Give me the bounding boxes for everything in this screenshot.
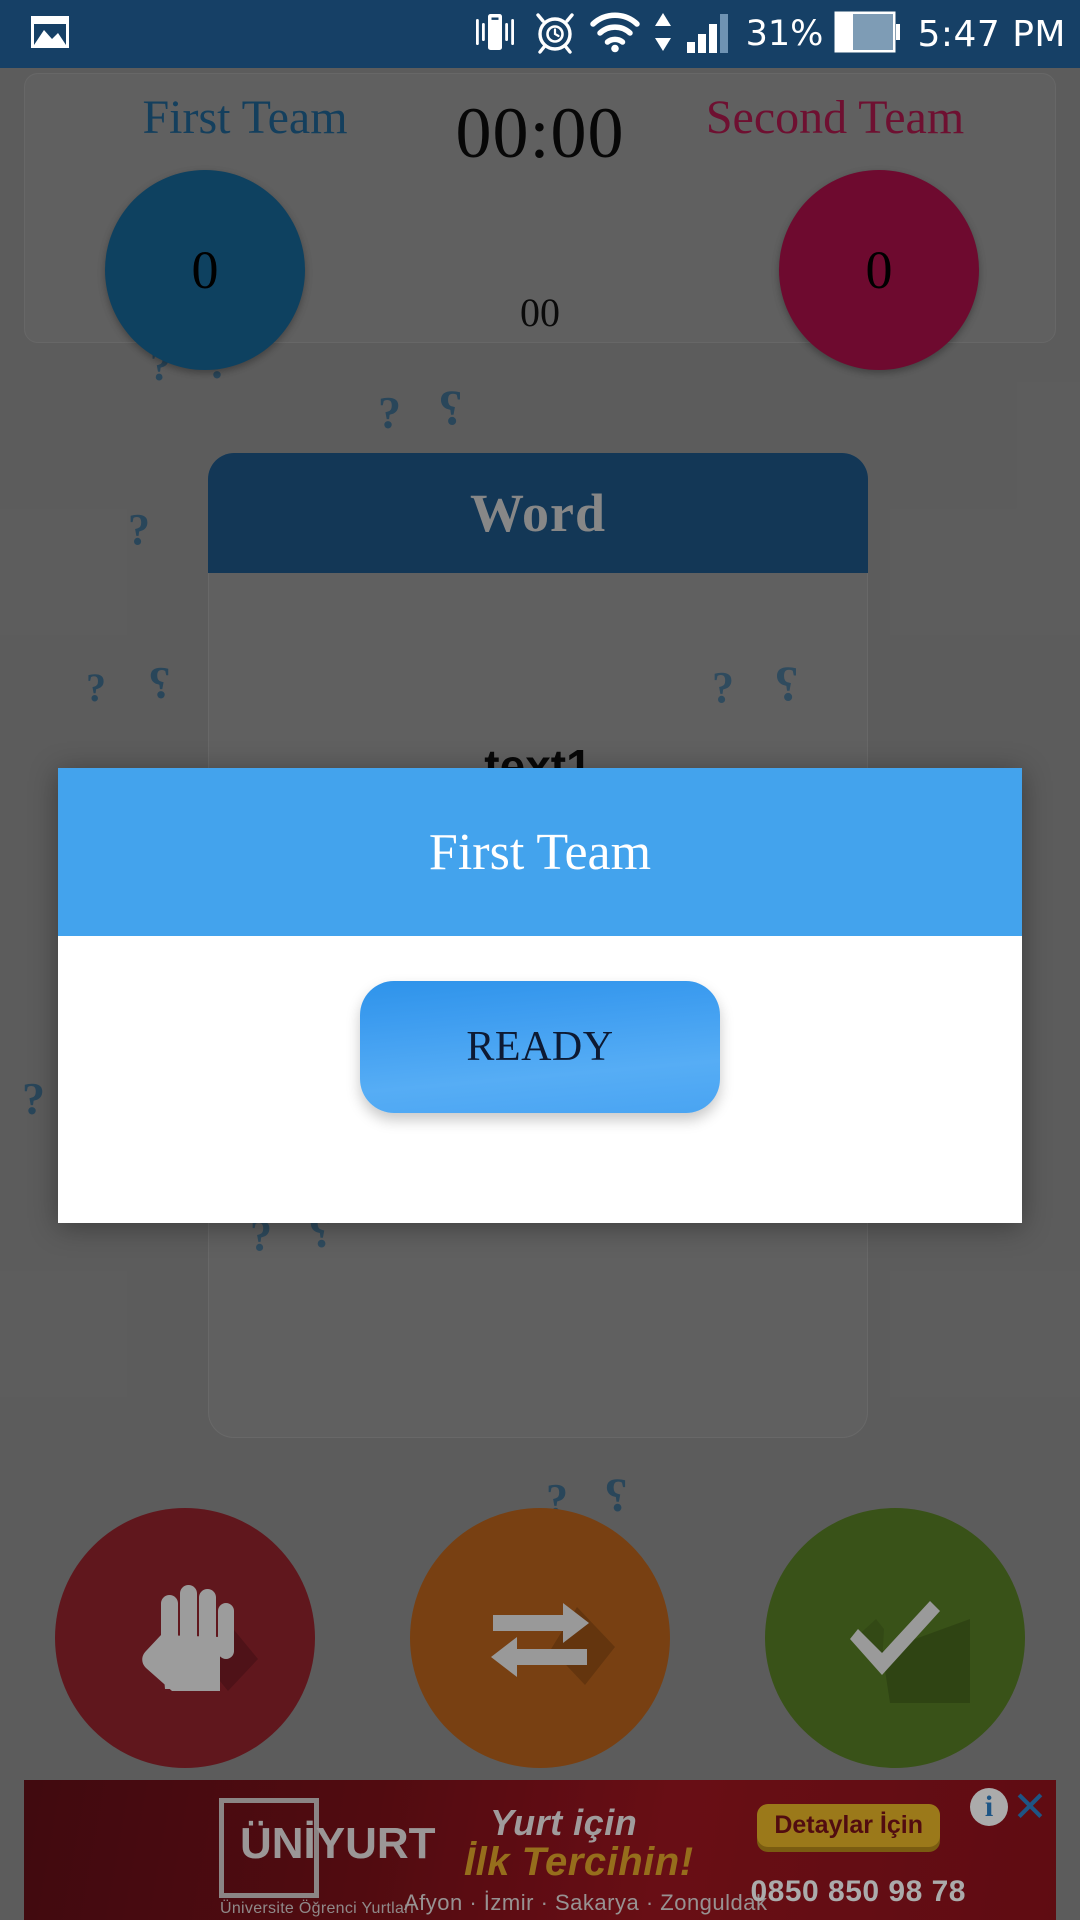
question-mark-decoration: ? bbox=[148, 657, 171, 708]
hand-icon bbox=[142, 1585, 258, 1691]
data-transfer-icon bbox=[652, 10, 674, 59]
question-mark-decoration: ? bbox=[128, 505, 150, 554]
checkmark-icon bbox=[850, 1601, 970, 1703]
alarm-clock-icon bbox=[532, 10, 578, 59]
word-card-header: Word bbox=[208, 453, 868, 573]
battery-icon bbox=[834, 11, 901, 58]
dialog-body: READY bbox=[58, 936, 1022, 1223]
ad-banner[interactable]: ÜNİYURT Üniversite Öğrenci Yurtları Yurt… bbox=[24, 1780, 1056, 1920]
question-mark-decoration: ? bbox=[86, 665, 106, 710]
team-two-score[interactable]: 0 bbox=[779, 170, 979, 370]
team-one-score[interactable]: 0 bbox=[105, 170, 305, 370]
dialog-header: First Team bbox=[58, 768, 1022, 936]
dialog-title: First Team bbox=[428, 823, 652, 881]
ad-logo-subtitle: Üniversite Öğrenci Yurtları bbox=[220, 1900, 415, 1917]
stop-button[interactable] bbox=[55, 1508, 315, 1768]
correct-button[interactable] bbox=[765, 1508, 1025, 1768]
status-bar[interactable]: 31% 5:47 PM bbox=[0, 0, 1080, 68]
photo-icon bbox=[30, 15, 70, 54]
team-two-name: Second Team bbox=[705, 91, 965, 144]
pass-button[interactable] bbox=[410, 1508, 670, 1768]
status-bar-left bbox=[30, 15, 70, 54]
ad-headline-line2: İlk Tercihin! bbox=[464, 1840, 694, 1884]
ad-cities-list: Afyon · İzmir · Sakarya · Zonguldak bbox=[404, 1890, 768, 1915]
swap-arrows-icon bbox=[491, 1603, 615, 1685]
ready-button[interactable]: READY bbox=[360, 981, 720, 1113]
ad-cta-button[interactable]: Detaylar İçin bbox=[757, 1804, 940, 1847]
ad-phone-number: 0850 850 98 78 bbox=[750, 1875, 966, 1908]
question-mark-decoration: ? bbox=[438, 379, 463, 435]
question-mark-decoration: ? bbox=[378, 387, 401, 438]
team-turn-dialog: First Team READY bbox=[58, 768, 1022, 1223]
vibrate-icon bbox=[469, 11, 521, 58]
ad-close-icon[interactable]: ✕ bbox=[1009, 1786, 1051, 1828]
ad-logo-text: ÜNİYURT bbox=[240, 1819, 436, 1868]
wifi-icon bbox=[589, 11, 641, 58]
status-bar-clock: 5:47 PM bbox=[917, 13, 1066, 55]
action-button-row bbox=[0, 1508, 1080, 1768]
ad-headline-line1: Yurt için bbox=[490, 1802, 638, 1843]
ad-info-icon[interactable]: i bbox=[970, 1788, 1008, 1826]
cellular-signal-icon bbox=[685, 10, 735, 59]
question-mark-decoration: ? bbox=[22, 1073, 45, 1124]
status-bar-right: 31% 5:47 PM bbox=[469, 10, 1066, 59]
scoreboard-panel: First Team 00:00 Second Team 0 00 0 bbox=[24, 73, 1056, 370]
battery-percentage: 31% bbox=[745, 14, 824, 54]
